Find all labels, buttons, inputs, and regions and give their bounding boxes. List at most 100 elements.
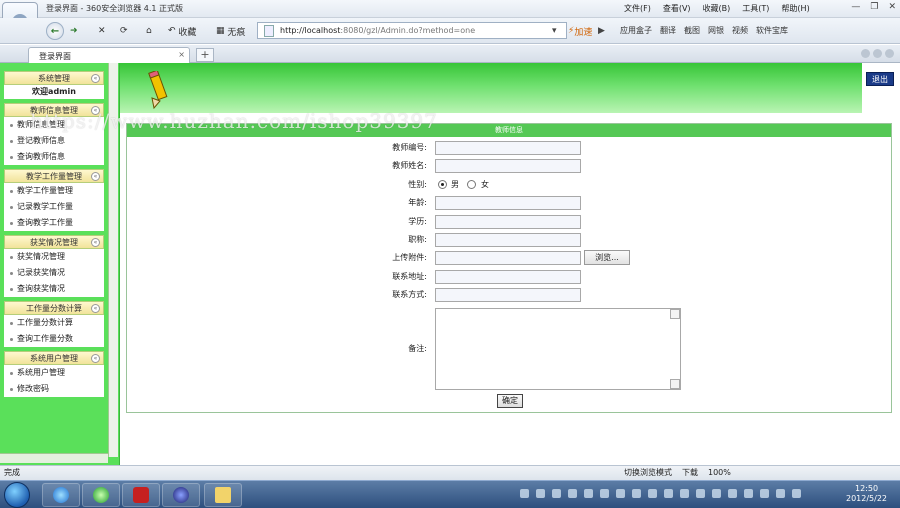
tray-icon[interactable] [536, 489, 545, 498]
tab-list-icon[interactable] [885, 49, 894, 58]
close-icon[interactable]: ✕ [888, 2, 896, 12]
sidebar-group-header[interactable]: 系统用户管理 « [4, 351, 104, 365]
restore-tab-button[interactable]: ↶ 收藏 [168, 22, 196, 40]
tray-icon[interactable] [584, 489, 593, 498]
age-input[interactable] [435, 196, 581, 210]
accelerate-button[interactable]: ⚡ 加速 [568, 22, 592, 40]
tool-software[interactable]: 软件宝库 [756, 25, 788, 36]
tool-screenshot[interactable]: 截图 [684, 25, 700, 36]
zoom-level[interactable]: 100% [708, 466, 731, 480]
refresh-button[interactable]: ⟳ [120, 22, 128, 40]
stop-button[interactable]: ✕ [98, 22, 106, 40]
attachment-input[interactable] [435, 251, 581, 265]
sidebar-item[interactable]: 工作量分数计算 [4, 315, 104, 331]
tray-icon[interactable] [680, 489, 689, 498]
tray-icon[interactable] [712, 489, 721, 498]
restore-icon[interactable]: ❐ [870, 2, 878, 12]
collapse-icon[interactable]: « [91, 74, 100, 83]
menu-file[interactable]: 文件(F) [624, 3, 651, 14]
sidebar-item[interactable]: 查询教师信息 [4, 149, 104, 165]
sidebar-item[interactable]: 修改密码 [4, 381, 104, 397]
sidebar-item[interactable]: 查询工作量分数 [4, 331, 104, 347]
start-button-icon[interactable] [4, 482, 30, 508]
taskbar-eclipse-icon[interactable] [162, 483, 200, 507]
minimize-icon[interactable]: — [851, 2, 860, 12]
tray-icon[interactable] [568, 489, 577, 498]
new-tab-button[interactable]: + [196, 48, 214, 62]
sidebar-item[interactable]: 查询教学工作量 [4, 215, 104, 231]
sidebar-group: 系统管理 « 欢迎admin [4, 71, 104, 99]
gender-female-radio[interactable] [467, 180, 476, 189]
tray-icon[interactable] [664, 489, 673, 498]
tray-icon[interactable] [728, 489, 737, 498]
teacher-name-input[interactable] [435, 159, 581, 173]
taskbar-folder-icon[interactable] [204, 483, 242, 507]
sidebar-group-header[interactable]: 教学工作量管理 « [4, 169, 104, 183]
tray-icon[interactable] [760, 489, 769, 498]
tray-icon[interactable] [520, 489, 529, 498]
tray-icon[interactable] [632, 489, 641, 498]
system-clock[interactable]: 12:50 2012/5/22 [846, 484, 887, 504]
sidebar-group-header[interactable]: 系统管理 « [4, 71, 104, 85]
go-button[interactable]: ▶ [598, 22, 605, 40]
gender-male-radio[interactable] [438, 180, 447, 189]
menu-help[interactable]: 帮助(H) [781, 3, 809, 14]
incognito-button[interactable]: ▦ 无痕 [216, 22, 245, 40]
switch-mode-button[interactable]: 切换浏览模式 [624, 466, 672, 480]
exit-button[interactable]: 退出 [866, 72, 894, 86]
tool-netbank[interactable]: 网银 [708, 25, 724, 36]
tray-icon[interactable] [648, 489, 657, 498]
sidebar-group-header[interactable]: 获奖情况管理 « [4, 235, 104, 249]
tray-icon[interactable] [744, 489, 753, 498]
tool-video[interactable]: 视频 [732, 25, 748, 36]
collapse-icon[interactable]: « [91, 354, 100, 363]
browse-button[interactable]: 浏览... [584, 250, 630, 265]
submit-button[interactable]: 确定 [497, 394, 523, 408]
sidebar-item[interactable]: 系统用户管理 [4, 365, 104, 381]
close-tab-icon[interactable]: × [178, 50, 185, 59]
back-button[interactable]: ← [46, 22, 64, 40]
sidebar-item[interactable]: 查询获奖情况 [4, 281, 104, 297]
tab-scroll-left-icon[interactable] [861, 49, 870, 58]
taskbar-toolbox-icon[interactable] [122, 483, 160, 507]
tab-scroll-right-icon[interactable] [873, 49, 882, 58]
tray-icon[interactable] [696, 489, 705, 498]
education-input[interactable] [435, 215, 581, 229]
contact-input[interactable] [435, 288, 581, 302]
collapse-icon[interactable]: « [91, 304, 100, 313]
tool-app-box[interactable]: 应用盒子 [620, 25, 652, 36]
address-bar[interactable]: http://localhost:8080/gzl/Admin.do?metho… [257, 22, 567, 39]
menu-view[interactable]: 查看(V) [663, 3, 691, 14]
teacher-no-input[interactable] [435, 141, 581, 155]
menu-tools[interactable]: 工具(T) [742, 3, 769, 14]
sidebar-item[interactable]: 获奖情况管理 [4, 249, 104, 265]
taskbar-360-browser-icon[interactable] [82, 483, 120, 507]
sidebar-item[interactable]: 记录获奖情况 [4, 265, 104, 281]
collapse-icon[interactable]: « [91, 172, 100, 181]
professional-title-input[interactable] [435, 233, 581, 247]
address-input[interactable] [435, 270, 581, 284]
remark-textarea[interactable] [435, 308, 681, 390]
tray-icon[interactable] [792, 489, 801, 498]
tool-translate[interactable]: 翻译 [660, 25, 676, 36]
scroll-up-icon[interactable] [670, 309, 680, 319]
sidebar-item[interactable]: 登记教师信息 [4, 133, 104, 149]
tray-icon[interactable] [616, 489, 625, 498]
sidebar-hscrollbar[interactable] [0, 453, 108, 463]
tray-icon[interactable] [776, 489, 785, 498]
sidebar-item[interactable]: 教学工作量管理 [4, 183, 104, 199]
menu-favorites[interactable]: 收藏(B) [703, 3, 731, 14]
home-button[interactable]: ⌂ [146, 22, 152, 40]
tray-icon[interactable] [600, 489, 609, 498]
address-dropdown[interactable]: ▾ [552, 22, 557, 40]
tray-icon[interactable] [552, 489, 561, 498]
scroll-down-icon[interactable] [670, 379, 680, 389]
forward-button[interactable]: ➜ [70, 22, 78, 40]
tab-login[interactable]: 登录界面 × [28, 47, 190, 63]
sidebar-group-header[interactable]: 工作量分数计算 « [4, 301, 104, 315]
navigation-bar: ← ➜ ✕ ⟳ ⌂ ↶ 收藏 ▦ 无痕 http://localhost:808… [0, 18, 900, 44]
taskbar-ie-icon[interactable] [42, 483, 80, 507]
download-button[interactable]: 下载 [682, 466, 698, 480]
collapse-icon[interactable]: « [91, 238, 100, 247]
sidebar-item[interactable]: 记录教学工作量 [4, 199, 104, 215]
